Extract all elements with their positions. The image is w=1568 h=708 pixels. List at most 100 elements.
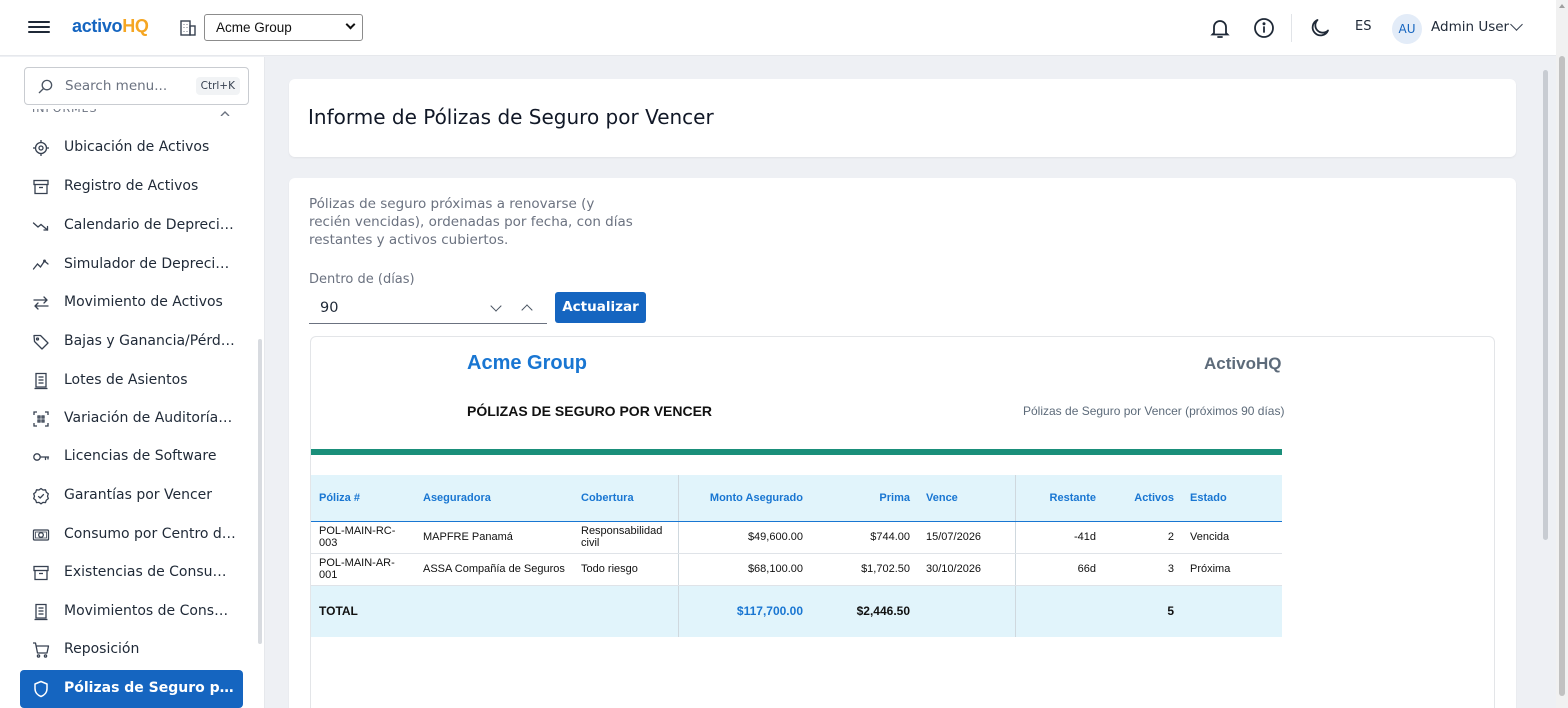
- sidebar-item-label: Movimientos de Consumibles: [64, 603, 236, 619]
- sidebar-scrollbar[interactable]: [258, 339, 262, 644]
- report-subtitle: Pólizas de Seguro por Vencer (próximos 9…: [1023, 404, 1285, 418]
- chevron-up-icon[interactable]: [220, 110, 230, 116]
- coverage: Todo riesgo: [573, 553, 678, 586]
- moon-icon[interactable]: [1308, 16, 1332, 40]
- sidebar-item-consumable-stock[interactable]: Existencias de Consumibles: [20, 554, 243, 592]
- content-scrollbar[interactable]: [1543, 70, 1548, 540]
- sidebar-item-label: Variación de Auditoría RFID: [64, 410, 236, 426]
- sidebar-item-depreciation-simulator[interactable]: Simulador de Depreciación: [20, 246, 243, 284]
- within-days-label: Dentro de (días): [309, 272, 415, 287]
- sidebar-item-label: Lotes de Asientos: [64, 372, 188, 388]
- column-header: Monto Asegurado: [677, 475, 811, 522]
- remaining-days: -41d: [1014, 521, 1104, 554]
- arrows-left-right-icon: [33, 296, 49, 310]
- policy-number: POL-MAIN-RC-003: [311, 521, 415, 554]
- building-icon: [180, 20, 196, 36]
- shortcut-badge: Ctrl+K: [195, 77, 240, 95]
- scan-icon: [33, 411, 49, 427]
- top-bar: activoHQ Acme Group ES AU Admin User: [0, 0, 1556, 56]
- chevron-down-icon[interactable]: [1510, 18, 1523, 31]
- sidebar-item-label: Pólizas de Seguro por Vencer: [64, 680, 236, 696]
- sidebar-item-asset-movement[interactable]: Movimiento de Activos: [20, 284, 243, 322]
- table-row: POL-MAIN-RC-003 MAPFRE Panamá Responsabi…: [311, 521, 1282, 554]
- status: Vencida: [1182, 521, 1282, 554]
- section-header: INFORMES: [32, 109, 98, 117]
- report-preview: Acme Group ActivoHQ PÓLIZAS DE SEGURO PO…: [310, 336, 1495, 708]
- toolbar-divider: [1291, 14, 1292, 42]
- total-premium: $2,446.50: [811, 584, 918, 637]
- window-scroll-thumb[interactable]: [1559, 56, 1565, 696]
- column-header: Póliza #: [311, 475, 415, 522]
- policy-number: POL-MAIN-AR-001: [311, 553, 415, 586]
- search-input[interactable]: Search menu... Ctrl+K: [24, 67, 249, 105]
- sidebar-item-label: Reposición: [64, 641, 140, 657]
- insurer: ASSA Compañía de Seguros: [415, 553, 573, 586]
- menu-icon[interactable]: [28, 18, 50, 38]
- key-icon: [33, 453, 50, 461]
- insurer: MAPFRE Panamá: [415, 521, 573, 554]
- chevron-up-icon[interactable]: [521, 304, 533, 316]
- column-header: Prima: [811, 475, 918, 522]
- organization-select[interactable]: Acme Group: [204, 14, 363, 41]
- archive-icon: [33, 179, 49, 195]
- cart-icon: [33, 642, 50, 658]
- premium: $744.00: [811, 521, 918, 554]
- report-brand: ActivoHQ: [1204, 354, 1282, 373]
- receipt-icon: [34, 603, 48, 621]
- premium: $1,702.50: [811, 553, 918, 586]
- total-row: TOTAL $117,700.00 $2,446.50 5: [311, 584, 1282, 637]
- sidebar-item-warranties[interactable]: Garantías por Vencer: [20, 477, 243, 515]
- total-assets: 5: [1104, 584, 1182, 637]
- box-icon: [33, 565, 49, 581]
- trending-down-icon: [32, 222, 49, 231]
- total-label: TOTAL: [311, 584, 415, 637]
- bell-icon[interactable]: [1208, 16, 1232, 40]
- page-header-card: Informe de Pólizas de Seguro por Vencer: [289, 79, 1516, 157]
- sidebar-item-rfid-audit[interactable]: Variación de Auditoría RFID: [20, 400, 243, 438]
- sidebar-item-consumable-movements[interactable]: Movimientos de Consumibles: [20, 593, 243, 631]
- app-logo[interactable]: activoHQ: [72, 16, 149, 37]
- receipt-icon: [34, 372, 48, 390]
- scroll-up-arrow[interactable]: [1559, 4, 1565, 8]
- activity-icon: [32, 259, 49, 270]
- asset-count: 3: [1104, 553, 1182, 586]
- sidebar-item-label: Licencias de Software: [64, 448, 217, 464]
- report-company: Acme Group: [467, 352, 588, 374]
- insured-amount: $49,600.00: [677, 521, 811, 554]
- sidebar-item-asset-location[interactable]: Ubicación de Activos: [20, 129, 243, 167]
- user-name[interactable]: Admin User: [1431, 19, 1509, 35]
- column-header: Restante: [1014, 475, 1104, 522]
- sidebar-item-depreciation-schedule[interactable]: Calendario de Depreciación: [20, 207, 243, 245]
- refresh-button[interactable]: Actualizar: [555, 292, 646, 323]
- sidebar-item-label: Ubicación de Activos: [64, 139, 210, 155]
- avatar[interactable]: AU: [1392, 14, 1422, 44]
- remaining-days: 66d: [1014, 553, 1104, 586]
- cash-icon: [32, 529, 50, 541]
- sidebar-item-replenishment[interactable]: Reposición: [20, 631, 243, 669]
- sidebar-item-cost-center-consumption[interactable]: Consumo por Centro de Costo: [20, 516, 243, 554]
- sidebar-item-journal-batches[interactable]: Lotes de Asientos: [20, 362, 243, 400]
- total-insured-amount: $117,700.00: [677, 584, 811, 637]
- status: Próxima: [1182, 553, 1282, 586]
- report-card: Pólizas de seguro próximas a renovarse (…: [289, 178, 1516, 708]
- page-description: Pólizas de seguro próximas a renovarse (…: [309, 196, 633, 248]
- page-title: Informe de Pólizas de Seguro por Vencer: [308, 105, 714, 129]
- sidebar-item-label: Simulador de Depreciación: [64, 256, 236, 272]
- chevron-down-icon: [345, 19, 356, 30]
- chevron-down-icon[interactable]: [490, 300, 502, 312]
- search-icon: [38, 79, 53, 94]
- table-row: POL-MAIN-AR-001 ASSA Compañía de Seguros…: [311, 553, 1282, 586]
- tag-icon: [33, 334, 49, 350]
- report-divider: [311, 449, 1282, 455]
- sidebar-item-asset-register[interactable]: Registro de Activos: [20, 168, 243, 206]
- sidebar-item-software-licenses[interactable]: Licencias de Software: [20, 438, 243, 476]
- language-switcher[interactable]: ES: [1355, 19, 1371, 34]
- asset-count: 2: [1104, 521, 1182, 554]
- info-icon[interactable]: [1252, 16, 1276, 40]
- within-days-input[interactable]: 90: [309, 293, 547, 324]
- sidebar-item-insurance-policies[interactable]: Pólizas de Seguro por Vencer: [20, 670, 243, 708]
- expiry-date: 15/07/2026: [918, 521, 1015, 554]
- badge-check-icon: [33, 487, 49, 505]
- report-title: PÓLIZAS DE SEGURO POR VENCER: [467, 403, 713, 419]
- sidebar-item-disposals[interactable]: Bajas y Ganancia/Pérdida: [20, 323, 243, 361]
